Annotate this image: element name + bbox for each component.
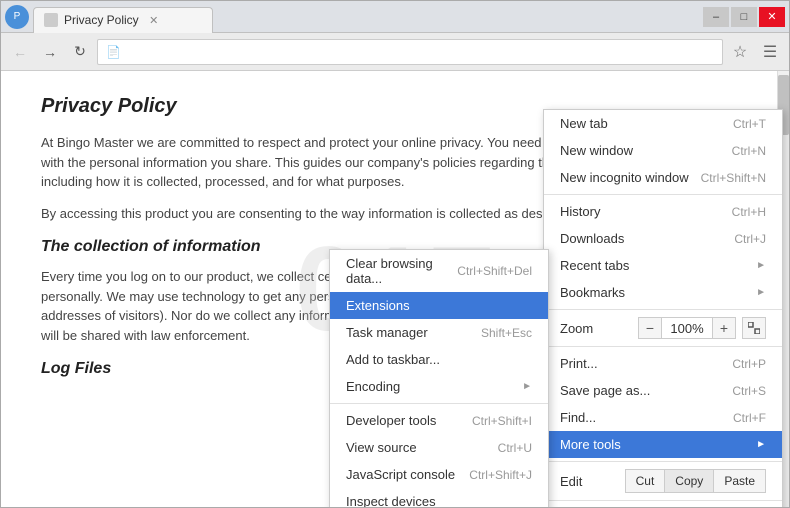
browser-tab[interactable]: Privacy Policy ✕ xyxy=(33,7,213,33)
reload-button[interactable]: ↻ xyxy=(67,39,93,65)
maximize-button[interactable]: □ xyxy=(731,7,757,27)
menu-item-bookmarks[interactable]: Bookmarks ► xyxy=(544,279,782,306)
edit-row: Edit Cut Copy Paste xyxy=(544,465,782,497)
profile-icon: P xyxy=(5,5,29,29)
paste-button[interactable]: Paste xyxy=(713,469,766,493)
menu-item-settings[interactable]: Settings xyxy=(544,504,782,507)
menu-sep-2 xyxy=(544,309,782,310)
back-button[interactable]: ← xyxy=(7,39,33,65)
menu-item-new-window[interactable]: New window Ctrl+N xyxy=(544,137,782,164)
menu-item-recent-tabs[interactable]: Recent tabs ► xyxy=(544,252,782,279)
zoom-minus-button[interactable]: − xyxy=(638,317,662,339)
cut-button[interactable]: Cut xyxy=(625,469,666,493)
zoom-control: Zoom − 100% + xyxy=(544,313,782,343)
submenu-item-view-source[interactable]: View source Ctrl+U xyxy=(330,434,548,461)
title-bar: P Privacy Policy ✕ – □ ✕ xyxy=(1,1,789,33)
address-bar[interactable]: 📄 xyxy=(97,39,723,65)
tab-close-button[interactable]: ✕ xyxy=(147,13,161,27)
submenu-item-inspect-devices[interactable]: Inspect devices xyxy=(330,488,548,507)
browser-window: P Privacy Policy ✕ – □ ✕ ← → ↻ 📄 ☆ ☰ 017… xyxy=(0,0,790,508)
page-content: 017 Privacy Policy At Bingo Master we ar… xyxy=(1,71,789,507)
menu-item-new-incognito[interactable]: New incognito window Ctrl+Shift+N xyxy=(544,164,782,191)
menu-sep-3 xyxy=(544,346,782,347)
navigation-bar: ← → ↻ 📄 ☆ ☰ xyxy=(1,33,789,71)
chrome-menu-button[interactable]: ☰ xyxy=(757,39,783,65)
zoom-plus-button[interactable]: + xyxy=(712,317,736,339)
bookmark-star-button[interactable]: ☆ xyxy=(727,39,753,65)
zoom-value: 100% xyxy=(662,317,712,339)
page-icon: 📄 xyxy=(106,45,120,59)
menu-item-downloads[interactable]: Downloads Ctrl+J xyxy=(544,225,782,252)
menu-item-find[interactable]: Find... Ctrl+F xyxy=(544,404,782,431)
copy-button[interactable]: Copy xyxy=(665,469,713,493)
forward-button[interactable]: → xyxy=(37,39,63,65)
window-controls: – □ ✕ xyxy=(703,7,785,27)
menu-sep-4 xyxy=(544,461,782,462)
submenu-item-js-console[interactable]: JavaScript console Ctrl+Shift+J xyxy=(330,461,548,488)
submenu-item-developer-tools[interactable]: Developer tools Ctrl+Shift+I xyxy=(330,407,548,434)
menu-item-save-page[interactable]: Save page as... Ctrl+S xyxy=(544,377,782,404)
chrome-main-menu[interactable]: New tab Ctrl+T New window Ctrl+N New inc… xyxy=(543,109,783,507)
tab-favicon xyxy=(44,13,58,27)
menu-item-more-tools[interactable]: More tools ► xyxy=(544,431,782,458)
zoom-fullscreen-button[interactable] xyxy=(742,317,766,339)
menu-item-new-tab[interactable]: New tab Ctrl+T xyxy=(544,110,782,137)
menu-sep-5 xyxy=(544,500,782,501)
fullscreen-icon xyxy=(748,322,760,334)
close-button[interactable]: ✕ xyxy=(759,7,785,27)
minimize-button[interactable]: – xyxy=(703,7,729,27)
menu-sep-1 xyxy=(544,194,782,195)
tab-title: Privacy Policy xyxy=(64,13,139,27)
menu-item-print[interactable]: Print... Ctrl+P xyxy=(544,350,782,377)
menu-item-history[interactable]: History Ctrl+H xyxy=(544,198,782,225)
